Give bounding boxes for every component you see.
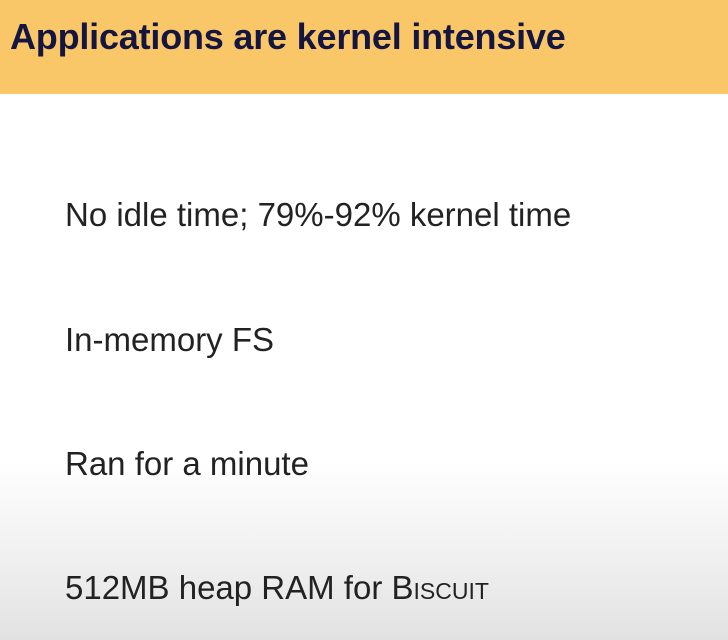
slide-title: Applications are kernel intensive xyxy=(10,16,566,57)
biscuit-name: Biscuit xyxy=(391,569,489,606)
bullet-heap-ram: 512MB heap RAM for Biscuit xyxy=(65,569,489,607)
bullet-run-duration: Ran for a minute xyxy=(65,445,309,482)
title-bar: Applications are kernel intensive xyxy=(0,0,728,94)
bullet-idle-time: No idle time; 79%-92% kernel time xyxy=(65,196,572,233)
bullet-heap-ram-text: 512MB heap RAM for xyxy=(65,569,392,606)
bullet-in-memory-fs: In-memory FS xyxy=(65,321,275,358)
slide: Applications are kernel intensive No idl… xyxy=(0,0,728,640)
